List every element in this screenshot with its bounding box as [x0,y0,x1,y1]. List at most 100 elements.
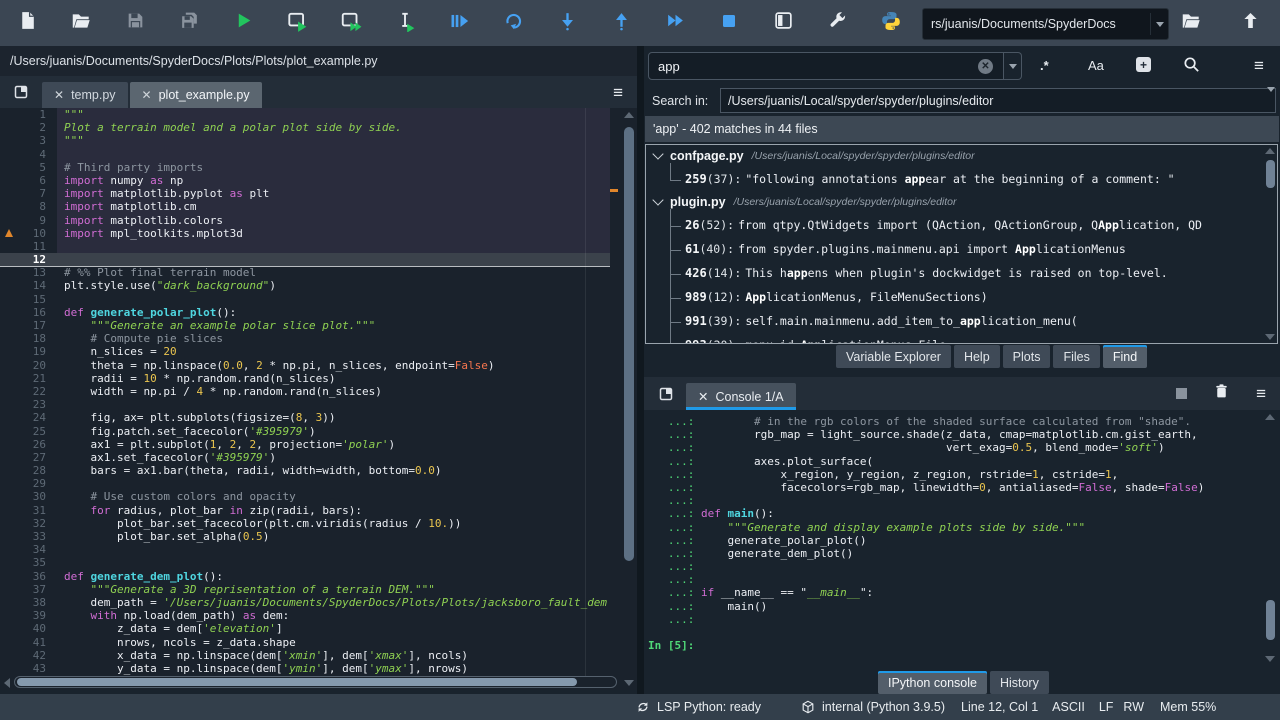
status-ascii[interactable]: ASCII [1052,700,1085,714]
editor-options-menu-icon[interactable]: ≡ [613,84,623,101]
line-number[interactable]: 40 [0,622,57,635]
console-line[interactable]: ...: """Generate and display example plo… [648,521,1204,534]
line-number[interactable]: 37 [0,583,57,596]
close-icon[interactable]: ✕ [698,389,708,404]
tab-files[interactable]: Files [1053,345,1099,368]
editor-line-19[interactable]: 19 n_slices = 20 [0,345,610,358]
console-line[interactable]: ...: vert_exag=0.5, blend_mode='soft') [648,441,1204,454]
result-file-row[interactable]: confpage.py/Users/juanis/Local/spyder/sp… [646,145,1277,167]
editor-line-37[interactable]: 37 """Generate a 3D reprisentation of a … [0,583,610,596]
scrollbar-thumb[interactable] [624,127,634,561]
line-number[interactable]: 16 [0,306,57,319]
result-match-row[interactable]: 61 (40): from spyder.plugins.mainmenu.ap… [646,237,1277,261]
editor-horizontal-scrollbar[interactable] [0,676,637,690]
pane-icon[interactable] [13,84,29,100]
pane-icon[interactable] [658,386,674,402]
editor-line-2[interactable]: 2Plot a terrain model and a polar plot s… [0,121,610,134]
run-cell-advance-button[interactable] [324,0,378,46]
console-line[interactable]: ...: main() [648,600,1204,613]
status-lf[interactable]: LF [1099,700,1114,714]
line-number[interactable]: 26 [0,438,57,451]
tab-help[interactable]: Help [954,345,1000,368]
editor-line-28[interactable]: 28 bars = ax1.bar(theta, radii, width=wi… [0,464,610,477]
step-into-button[interactable] [540,0,594,46]
result-match-row[interactable]: 991 (39): self.main.mainmenu.add_item_to… [646,309,1277,333]
editor-line-41[interactable]: 41 nrows, ncols = z_data.shape [0,636,610,649]
console-line[interactable] [648,626,1204,639]
pane-splitter[interactable] [637,46,644,694]
status-mem-55-[interactable]: Mem 55% [1160,700,1216,714]
interrupt-kernel-icon[interactable] [1176,388,1187,399]
run-cell-button[interactable] [270,0,324,46]
line-number[interactable]: 5 [0,161,57,174]
console-line[interactable]: ...: [648,613,1204,626]
console-line[interactable]: ...: [648,494,1204,507]
status-lsp-python-ready[interactable]: LSP Python: ready [636,700,761,714]
status-line-12-col-1[interactable]: Line 12, Col 1 [961,700,1038,714]
preferences-button[interactable] [810,0,864,46]
console-scrollbar[interactable] [1264,414,1277,662]
regex-toggle-icon[interactable]: .* [1040,58,1049,73]
close-icon[interactable]: ✕ [54,88,64,102]
line-number[interactable]: 22 [0,385,57,398]
editor-line-22[interactable]: 22 width = np.pi / 4 * np.random.rand(n_… [0,385,610,398]
editor-line-17[interactable]: 17 """Generate an example polar slice pl… [0,319,610,332]
line-number[interactable]: 27 [0,451,57,464]
status-internal-python-3-9-5-[interactable]: internal (Python 3.9.5) [801,700,945,714]
line-number[interactable]: 9 [0,214,57,227]
result-match-row[interactable]: 26 (52): from qtpy.QtWidgets import (QAc… [646,213,1277,237]
search-input[interactable] [648,52,1004,80]
editor-line-11[interactable]: 11 [0,240,610,253]
editor-line-24[interactable]: 24 fig, ax= plt.subplots(figsize=(8, 3)) [0,411,610,424]
line-number[interactable]: 42 [0,649,57,662]
line-number[interactable]: 32 [0,517,57,530]
close-icon[interactable]: ✕ [142,88,152,102]
editor-line-7[interactable]: 7import matplotlib.pyplot as plt [0,187,610,200]
scroll-up-icon[interactable] [1265,148,1275,154]
editor-line-27[interactable]: 27 ax1.set_facecolor('#395979') [0,451,610,464]
result-match-row[interactable]: 993 (20): menu_id=ApplicationMenus.File [646,333,1277,344]
editor-line-38[interactable]: 38 dem_path = '/Users/juanis/Documents/S… [0,596,610,609]
editor-line-4[interactable]: 4 [0,148,610,161]
line-number[interactable]: 3 [0,134,57,147]
console-line[interactable]: ...: [648,573,1204,586]
editor-line-23[interactable]: 23 [0,398,610,411]
console-line[interactable]: ...: x_region, y_region, z_region, rstri… [648,468,1204,481]
search-in-dropdown[interactable] [1267,92,1275,110]
result-file-row[interactable]: plugin.py/Users/juanis/Local/spyder/spyd… [646,191,1277,213]
line-number[interactable]: 33 [0,530,57,543]
scroll-down-icon[interactable] [1265,656,1275,662]
editor-line-39[interactable]: 39 with np.load(dem_path) as dem: [0,609,610,622]
line-number[interactable]: 30 [0,490,57,503]
console-line[interactable]: ...: def main(): [648,507,1204,520]
editor-line-43[interactable]: 43 y_data = np.linspace(dem['ymin'], dem… [0,662,610,675]
console-line[interactable]: ...: facecolors=rgb_map, linewidth=0, an… [648,481,1204,494]
search-history-dropdown[interactable] [1004,52,1022,80]
search-in-combobox[interactable]: /Users/juanis/Local/spyder/spyder/plugin… [720,88,1276,113]
editor-line-8[interactable]: 8import matplotlib.cm [0,200,610,213]
editor-line-26[interactable]: 26 ax1 = plt.subplot(1, 2, 2, projection… [0,438,610,451]
line-number[interactable]: 1 [0,108,57,121]
console-line[interactable]: ...: if __name__ == "__main__": [648,586,1204,599]
tab-variable-explorer[interactable]: Variable Explorer [836,345,951,368]
result-match-row[interactable]: 989 (12): ApplicationMenus, FileMenuSect… [646,285,1277,309]
editor-line-40[interactable]: 40 z_data = dem['elevation'] [0,622,610,635]
line-number[interactable]: 21 [0,372,57,385]
editor-line-16[interactable]: 16def generate_polar_plot(): [0,306,610,319]
editor-line-21[interactable]: 21 radii = 10 * np.random.rand(n_slices) [0,372,610,385]
line-number[interactable]: 43 [0,662,57,675]
clear-search-icon[interactable]: ✕ [978,59,993,74]
debug-continue-button[interactable] [486,0,540,46]
ipython-console[interactable]: ...: # in the rgb colors of the shaded s… [644,410,1280,668]
save-button[interactable] [108,0,162,46]
console-tab[interactable]: ✕ Console 1/A [686,383,796,410]
editor-line-20[interactable]: 20 theta = np.linspace(0.0, 2 * np.pi, n… [0,359,610,372]
exclude-toggle-icon[interactable]: + [1136,57,1151,72]
debug-stop-button[interactable] [702,0,756,46]
line-number[interactable]: 14 [0,279,57,292]
console-options-menu-icon[interactable]: ≡ [1256,385,1266,402]
save-all-button[interactable] [162,0,216,46]
scrollbar-thumb[interactable] [1266,160,1275,188]
editor-line-15[interactable]: 15 [0,293,610,306]
line-number[interactable]: 20 [0,359,57,372]
